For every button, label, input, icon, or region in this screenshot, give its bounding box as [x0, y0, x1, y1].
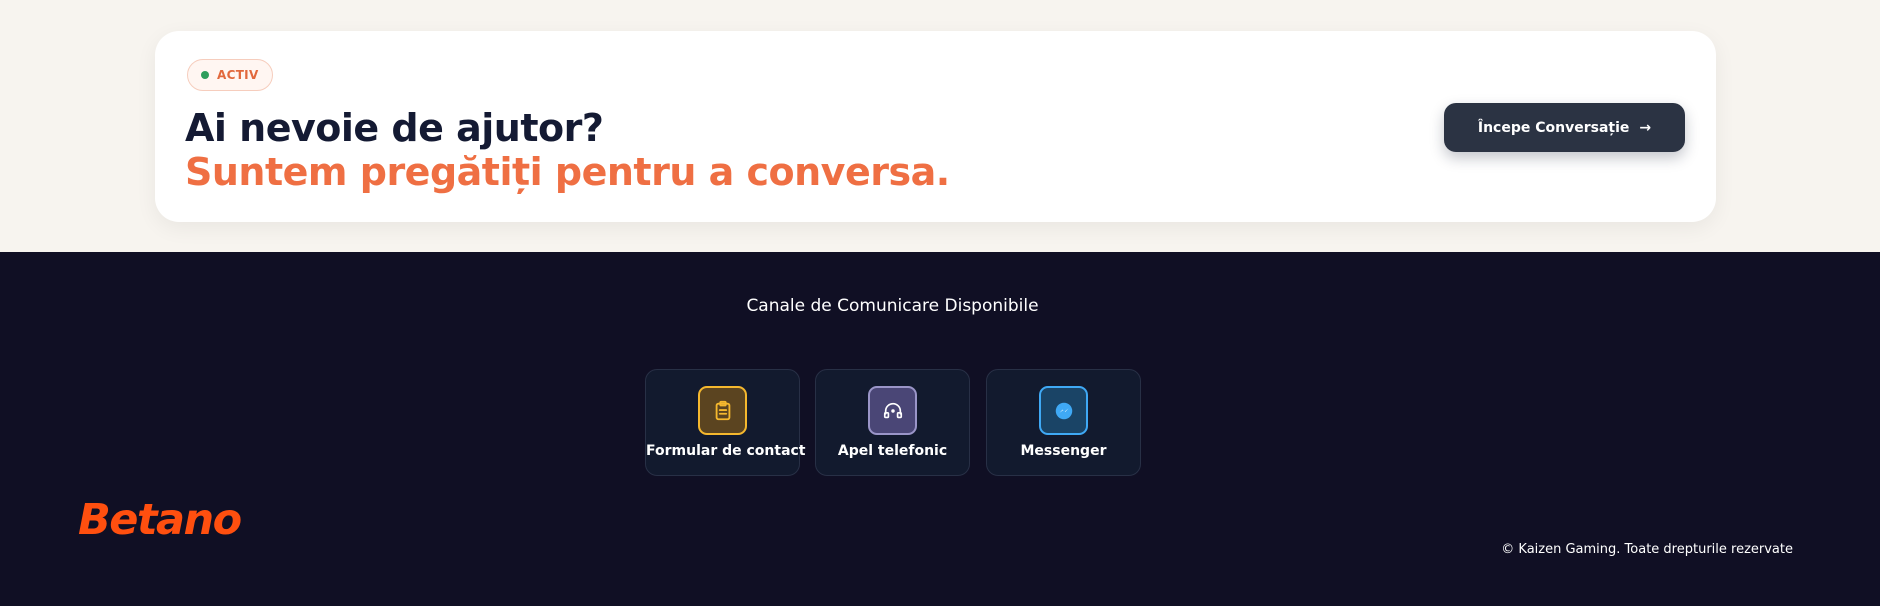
clipboard-icon	[698, 386, 747, 435]
start-conversation-button[interactable]: Începe Conversație →	[1444, 103, 1685, 152]
copyright-text: © Kaizen Gaming. Toate drepturile rezerv…	[1501, 542, 1793, 557]
channel-contact-form[interactable]: Formular de contact	[645, 369, 806, 476]
channel-label: Formular de contact	[646, 443, 806, 459]
channel-messenger[interactable]: Messenger	[986, 369, 1141, 476]
channel-label: Messenger	[1020, 443, 1107, 459]
arrow-right-icon: →	[1639, 119, 1652, 136]
messenger-icon	[1039, 386, 1088, 435]
betano-logo[interactable]: Betano	[78, 495, 242, 545]
channels-title: Canale de Comunicare Disponibile	[746, 296, 1039, 316]
footer: Canale de Comunicare Disponibile Formula…	[0, 252, 1880, 606]
help-card: ACTIV Ai nevoie de ajutor? Suntem pregăt…	[155, 31, 1716, 222]
channel-phone-call[interactable]: Apel telefonic	[815, 369, 970, 476]
help-title: Ai nevoie de ajutor?	[185, 106, 604, 150]
headset-icon	[868, 386, 917, 435]
start-conversation-label: Începe Conversație	[1477, 119, 1630, 136]
help-subtitle: Suntem pregătiți pentru a conversa.	[185, 150, 950, 194]
channel-label: Apel telefonic	[837, 443, 948, 459]
status-dot-icon	[201, 71, 209, 79]
status-badge-label: ACTIV	[217, 68, 259, 82]
status-badge: ACTIV	[187, 59, 273, 91]
help-section: ACTIV Ai nevoie de ajutor? Suntem pregăt…	[0, 0, 1880, 252]
